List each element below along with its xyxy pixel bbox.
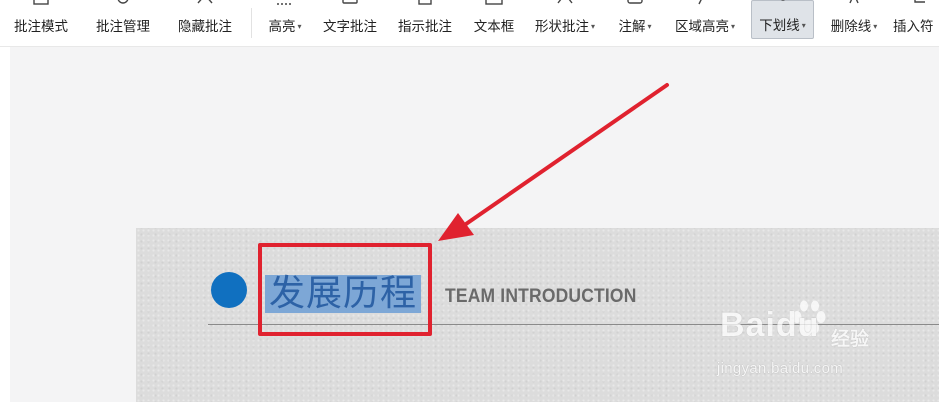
shape-annotation-label: 形状批注 bbox=[534, 19, 589, 35]
highlight-button[interactable]: 高亮 ▾ bbox=[262, 0, 308, 42]
watermark-url-text: jingyan.baidu.com bbox=[717, 360, 844, 377]
chevron-down-icon: ▾ bbox=[647, 22, 652, 31]
hide-annotation-button[interactable]: 隐藏批注 bbox=[170, 0, 240, 42]
shape-annotation-button[interactable]: 形状批注 ▾ bbox=[527, 0, 603, 42]
toolbar-divider bbox=[251, 8, 252, 38]
comment-label: 注解 bbox=[618, 19, 646, 35]
annotation-manage-button[interactable]: 批注管理 bbox=[88, 0, 158, 42]
callout-highlight-box bbox=[258, 243, 432, 336]
section-bullet-dot bbox=[211, 272, 247, 308]
pointer-annotation-label: 指示批注 bbox=[398, 19, 452, 35]
highlight-icon bbox=[277, 3, 293, 5]
hide-annotation-label: 隐藏批注 bbox=[178, 19, 232, 35]
annotation-mode-label: 批注模式 bbox=[14, 19, 68, 35]
comment-button[interactable]: 注解 ▾ bbox=[611, 0, 659, 42]
watermark-brand-text: Baidu bbox=[720, 306, 820, 344]
text-annotation-label: 文字批注 bbox=[323, 19, 377, 35]
area-highlight-label: 区域高亮 bbox=[674, 19, 729, 35]
underline-label: 下划线 bbox=[759, 18, 800, 34]
pointer-annotation-button[interactable]: 指示批注 bbox=[391, 0, 459, 42]
insert-caret-button[interactable]: 插入符 bbox=[893, 0, 939, 42]
section-subheading[interactable]: TEAM INTRODUCTION bbox=[445, 286, 637, 308]
watermark-sub-text: 经验 bbox=[831, 328, 870, 350]
chevron-down-icon: ▾ bbox=[801, 21, 806, 30]
comment-icon bbox=[627, 0, 643, 4]
insert-caret-icon bbox=[914, 0, 925, 3]
text-annotation-button[interactable]: 文字批注 bbox=[316, 0, 384, 42]
textbox-icon bbox=[485, 0, 503, 5]
underline-button[interactable]: 下划线 ▾ bbox=[751, 0, 814, 39]
highlight-label: 高亮 bbox=[268, 19, 296, 35]
chevron-down-icon: ▾ bbox=[730, 22, 735, 31]
shape-annotation-icon bbox=[557, 0, 573, 4]
underline-icon bbox=[780, 0, 785, 1]
textbox-button[interactable]: 文本框 bbox=[467, 0, 521, 42]
annotation-manage-icon bbox=[117, 0, 129, 4]
area-highlight-icon bbox=[698, 0, 702, 5]
strikethrough-button[interactable]: 删除线 ▾ bbox=[823, 0, 885, 42]
annotation-manage-label: 批注管理 bbox=[96, 19, 150, 35]
chevron-down-icon: ▾ bbox=[873, 22, 878, 31]
text-annotation-icon bbox=[342, 0, 358, 4]
annotation-mode-icon bbox=[33, 0, 49, 5]
annotation-mode-button[interactable]: 批注模式 bbox=[6, 0, 76, 42]
chevron-down-icon: ▾ bbox=[590, 22, 595, 31]
textbox-label: 文本框 bbox=[473, 19, 515, 35]
strikethrough-label: 删除线 bbox=[830, 19, 872, 35]
strikethrough-icon bbox=[849, 0, 859, 4]
hide-annotation-icon bbox=[197, 0, 213, 4]
annotation-toolbar: 批注模式 批注管理 隐藏批注 高亮 ▾ 文字批注 指示批注 文本框 形状批注 ▾ 注… bbox=[0, 0, 939, 47]
area-highlight-button[interactable]: 区域高亮 ▾ bbox=[666, 0, 744, 42]
baidu-jingyan-watermark: Baidu 经验 jingyan.baidu.com bbox=[715, 296, 890, 386]
chevron-down-icon: ▾ bbox=[297, 22, 302, 31]
pointer-annotation-icon bbox=[418, 0, 432, 5]
insert-caret-label: 插入符 bbox=[893, 19, 934, 35]
